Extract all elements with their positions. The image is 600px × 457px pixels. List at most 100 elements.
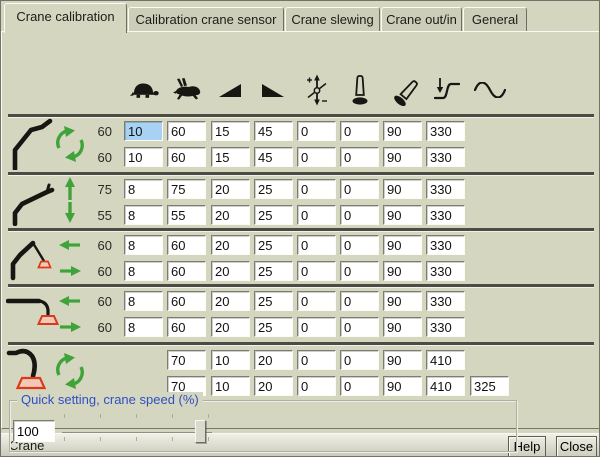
param-input[interactable] <box>340 261 379 281</box>
param-input[interactable] <box>383 317 422 337</box>
param-input[interactable] <box>211 291 250 311</box>
crane-speed-input[interactable] <box>13 420 55 442</box>
param-input[interactable] <box>211 205 250 225</box>
crane-speed-slider-track[interactable] <box>62 432 212 434</box>
param-input[interactable] <box>124 261 163 281</box>
param-input[interactable] <box>297 261 336 281</box>
param-input[interactable] <box>426 147 465 167</box>
param-input[interactable] <box>297 350 336 370</box>
param-input[interactable] <box>211 121 250 141</box>
tab-calibration-crane-sensor[interactable]: Calibration crane sensor <box>128 7 284 32</box>
param-input[interactable] <box>124 317 163 337</box>
crane-speed-slider-thumb[interactable] <box>195 420 206 443</box>
param-input[interactable] <box>254 261 293 281</box>
param-input[interactable] <box>254 350 293 370</box>
param-input[interactable] <box>124 121 163 141</box>
tab-crane-calibration[interactable]: Crane calibration <box>4 3 127 33</box>
param-input[interactable] <box>167 121 206 141</box>
slider-tick <box>172 437 173 441</box>
param-input[interactable] <box>167 261 206 281</box>
param-input[interactable] <box>211 261 250 281</box>
param-input[interactable] <box>297 376 336 396</box>
param-input[interactable] <box>211 350 250 370</box>
param-input[interactable] <box>124 179 163 199</box>
param-input[interactable] <box>211 179 250 199</box>
param-input[interactable] <box>426 235 465 255</box>
param-input[interactable] <box>426 179 465 199</box>
param-input[interactable] <box>426 376 465 396</box>
param-input[interactable] <box>383 350 422 370</box>
param-input[interactable] <box>211 147 250 167</box>
param-input[interactable] <box>383 205 422 225</box>
param-input[interactable] <box>340 291 379 311</box>
param-input[interactable] <box>340 179 379 199</box>
param-input[interactable] <box>383 147 422 167</box>
rotator-icon <box>6 344 120 396</box>
tab-crane-slewing[interactable]: Crane slewing <box>285 7 380 32</box>
param-input[interactable] <box>383 376 422 396</box>
param-input[interactable] <box>254 376 293 396</box>
param-input[interactable] <box>426 317 465 337</box>
param-input[interactable] <box>383 235 422 255</box>
param-input[interactable] <box>254 147 293 167</box>
param-input[interactable] <box>167 147 206 167</box>
param-input[interactable] <box>254 235 293 255</box>
param-input[interactable] <box>254 121 293 141</box>
param-input[interactable] <box>426 261 465 281</box>
param-input[interactable] <box>124 205 163 225</box>
tab-general[interactable]: General <box>463 7 527 32</box>
param-input[interactable] <box>340 317 379 337</box>
rabbit-fast-icon <box>172 78 202 100</box>
param-input[interactable] <box>470 376 509 396</box>
param-input[interactable] <box>297 147 336 167</box>
param-input[interactable] <box>297 205 336 225</box>
up-down-arrows-icon <box>65 177 75 223</box>
param-input[interactable] <box>254 205 293 225</box>
param-input[interactable] <box>340 376 379 396</box>
param-input[interactable] <box>383 121 422 141</box>
param-input[interactable] <box>383 179 422 199</box>
slider-tick <box>172 414 173 418</box>
param-input[interactable] <box>297 179 336 199</box>
param-input[interactable] <box>167 235 206 255</box>
param-input[interactable] <box>167 205 206 225</box>
param-input[interactable] <box>297 291 336 311</box>
param-input[interactable] <box>211 317 250 337</box>
tab-crane-out-in[interactable]: Crane out/in <box>381 7 462 32</box>
param-input[interactable] <box>167 317 206 337</box>
param-input[interactable] <box>124 147 163 167</box>
param-input[interactable] <box>426 205 465 225</box>
ramp-down-icon <box>261 82 285 98</box>
param-input[interactable] <box>383 291 422 311</box>
param-input[interactable] <box>426 291 465 311</box>
param-input[interactable] <box>340 205 379 225</box>
rotate-cycle-icon <box>58 353 82 389</box>
param-input[interactable] <box>124 235 163 255</box>
param-input[interactable] <box>426 350 465 370</box>
param-input[interactable] <box>211 376 250 396</box>
lever-tilted-icon <box>388 76 418 106</box>
param-input[interactable] <box>297 235 336 255</box>
param-input[interactable] <box>340 121 379 141</box>
turtle-slow-icon <box>129 81 159 99</box>
close-button[interactable]: Close <box>556 436 597 457</box>
param-input[interactable] <box>426 121 465 141</box>
param-input[interactable] <box>211 235 250 255</box>
left-right-arrows-icon <box>59 296 81 332</box>
param-input[interactable] <box>167 291 206 311</box>
param-input[interactable] <box>167 179 206 199</box>
param-input[interactable] <box>383 261 422 281</box>
param-input[interactable] <box>167 350 206 370</box>
param-input[interactable] <box>254 317 293 337</box>
param-input[interactable] <box>254 291 293 311</box>
param-input[interactable] <box>340 350 379 370</box>
param-input[interactable] <box>297 121 336 141</box>
param-input[interactable] <box>340 147 379 167</box>
param-input[interactable] <box>124 291 163 311</box>
quick-setting-label: Quick setting, crane speed (%) <box>17 392 203 407</box>
lever-upright-icon <box>350 74 370 105</box>
param-input[interactable] <box>297 317 336 337</box>
param-input[interactable] <box>340 235 379 255</box>
param-input[interactable] <box>254 179 293 199</box>
slider-tick <box>136 437 137 441</box>
